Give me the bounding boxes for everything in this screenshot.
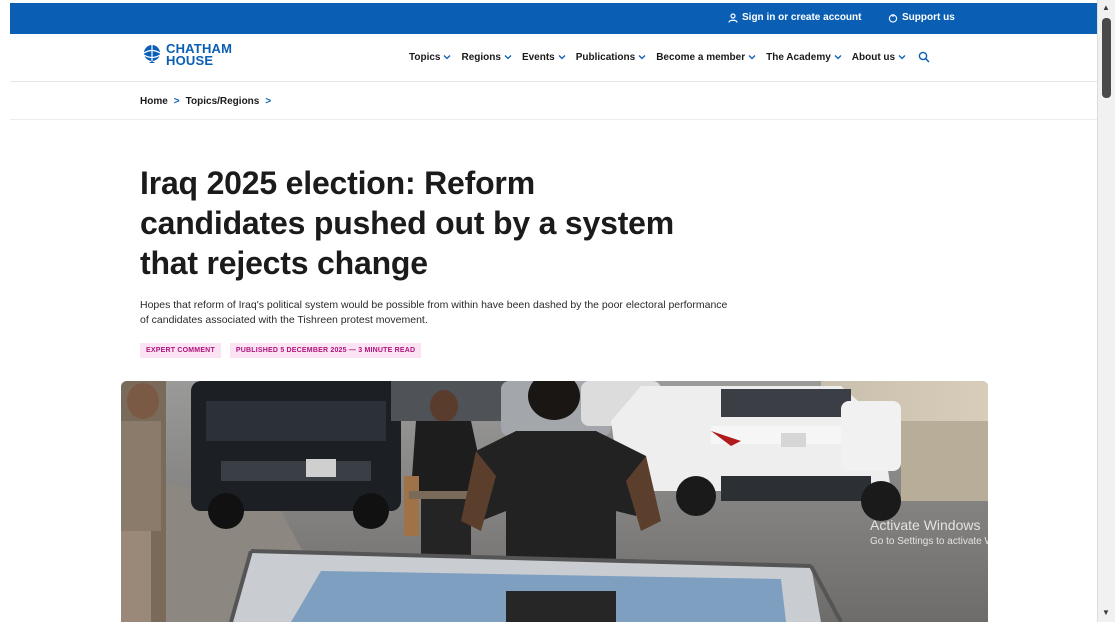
article-summary: Hopes that reform of Iraq's political sy…	[140, 299, 728, 326]
breadcrumb-separator: >	[173, 96, 180, 107]
scroll-down-icon[interactable]: ▼	[1102, 608, 1110, 617]
hero-image	[121, 381, 988, 622]
chevron-down-icon	[748, 55, 756, 60]
breadcrumb-separator: >	[265, 96, 272, 107]
breadcrumb-topics-regions[interactable]: Topics/Regions	[186, 96, 260, 107]
support-us-link[interactable]: Support us	[888, 12, 955, 23]
nav-item-regions[interactable]: Regions	[461, 51, 512, 63]
user-icon	[728, 12, 738, 23]
nav-item-label: Regions	[461, 51, 501, 63]
nav-item-label: Topics	[409, 51, 441, 63]
site-header: CHATHAM HOUSE Topics Regions Events Publ…	[10, 34, 1097, 82]
sign-in-label: Sign in or create account	[742, 12, 862, 23]
nav-item-label: Publications	[575, 51, 636, 63]
scrollbar[interactable]: ▲ ▼	[1097, 0, 1115, 622]
nav-item-publications[interactable]: Publications	[576, 52, 646, 63]
nav-item-the-academy[interactable]: The Academy	[766, 52, 842, 63]
watermark-title: Activate Windows	[870, 517, 981, 533]
sign-in-link[interactable]: Sign in or create account	[728, 12, 861, 23]
chatham-house-logo[interactable]: CHATHAM HOUSE	[141, 42, 232, 68]
support-icon	[888, 13, 898, 23]
chevron-down-icon	[834, 55, 842, 60]
nav-item-become-a-member[interactable]: Become a member	[656, 52, 756, 63]
logo-line-2: HOUSE	[166, 53, 214, 68]
chevron-down-icon	[638, 55, 646, 60]
article-title: Iraq 2025 election: Reform candidates pu…	[140, 165, 674, 281]
support-us-label: Support us	[902, 12, 955, 23]
nav-item-label: Become a member	[656, 51, 746, 63]
utility-bar: Sign in or create account Support us	[10, 3, 1097, 34]
nav-item-topics[interactable]: Topics	[409, 52, 451, 63]
chevron-down-icon	[504, 55, 512, 60]
browser-page: Sign in or create account Support us CHA…	[0, 0, 1115, 622]
breadcrumb: Home > Topics/Regions >	[140, 96, 271, 107]
hero-photo	[121, 381, 988, 622]
nav-item-label: The Academy	[766, 51, 831, 63]
chevron-down-icon	[558, 55, 566, 60]
tag-published-date: PUBLISHED 5 DECEMBER 2025 — 3 MINUTE REA…	[229, 343, 422, 358]
breadcrumb-home[interactable]: Home	[140, 96, 168, 107]
watermark-subtitle: Go to Settings to activate Windows.	[870, 536, 1028, 547]
divider	[10, 119, 1097, 120]
activation-watermark: Activate Windows Go to Settings to activ…	[870, 517, 1028, 547]
nav-item-about-us[interactable]: About us	[852, 52, 906, 63]
chevron-down-icon	[898, 55, 906, 60]
article-tags: EXPERT COMMENT PUBLISHED 5 DECEMBER 2025…	[140, 343, 422, 358]
nav-item-label: About us	[851, 51, 896, 63]
chevron-down-icon	[444, 55, 451, 60]
search-icon[interactable]	[918, 51, 930, 63]
scroll-up-icon[interactable]: ▲	[1102, 3, 1110, 12]
scrollbar-thumb[interactable]	[1102, 18, 1111, 98]
logo-text: CHATHAM HOUSE	[166, 42, 232, 68]
nav-item-events[interactable]: Events	[522, 52, 566, 63]
main-nav: Topics Regions Events Publications Becom…	[409, 51, 930, 63]
tag-expert-comment[interactable]: EXPERT COMMENT	[140, 343, 221, 358]
logo-mark-icon	[143, 45, 161, 63]
nav-item-label: Events	[521, 51, 555, 63]
